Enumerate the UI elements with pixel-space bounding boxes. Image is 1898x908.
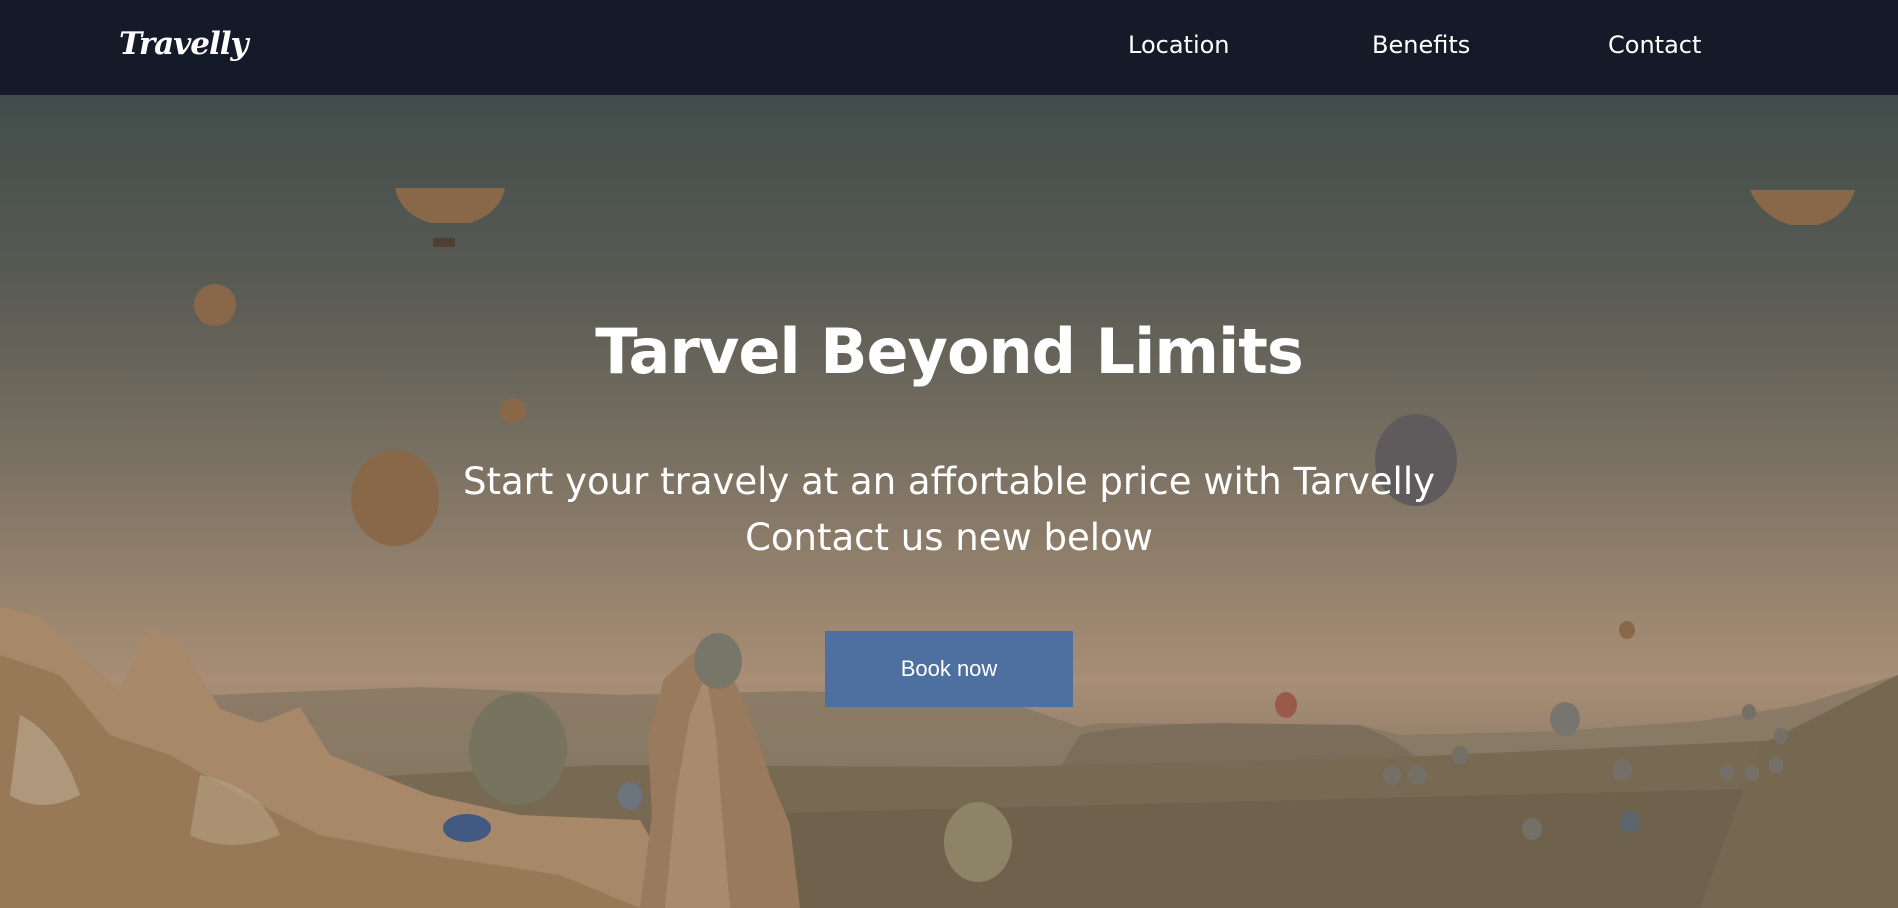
navbar: Travelly Location Benefits Contact xyxy=(0,0,1898,95)
hero-subtitle-line2: Contact us new below xyxy=(745,516,1153,559)
book-now-button[interactable]: Book now xyxy=(825,631,1073,707)
hero-section: Tarvel Beyond Limits Start your travely … xyxy=(0,95,1898,908)
logo[interactable]: Travelly xyxy=(119,26,249,62)
nav-link-location[interactable]: Location xyxy=(1128,31,1230,59)
hero-title: Tarvel Beyond Limits xyxy=(595,315,1304,388)
nav-link-benefits[interactable]: Benefits xyxy=(1372,31,1470,59)
hero-subtitle-line1: Start your travely at an affortable pric… xyxy=(463,460,1435,503)
nav-link-contact[interactable]: Contact xyxy=(1608,31,1701,59)
